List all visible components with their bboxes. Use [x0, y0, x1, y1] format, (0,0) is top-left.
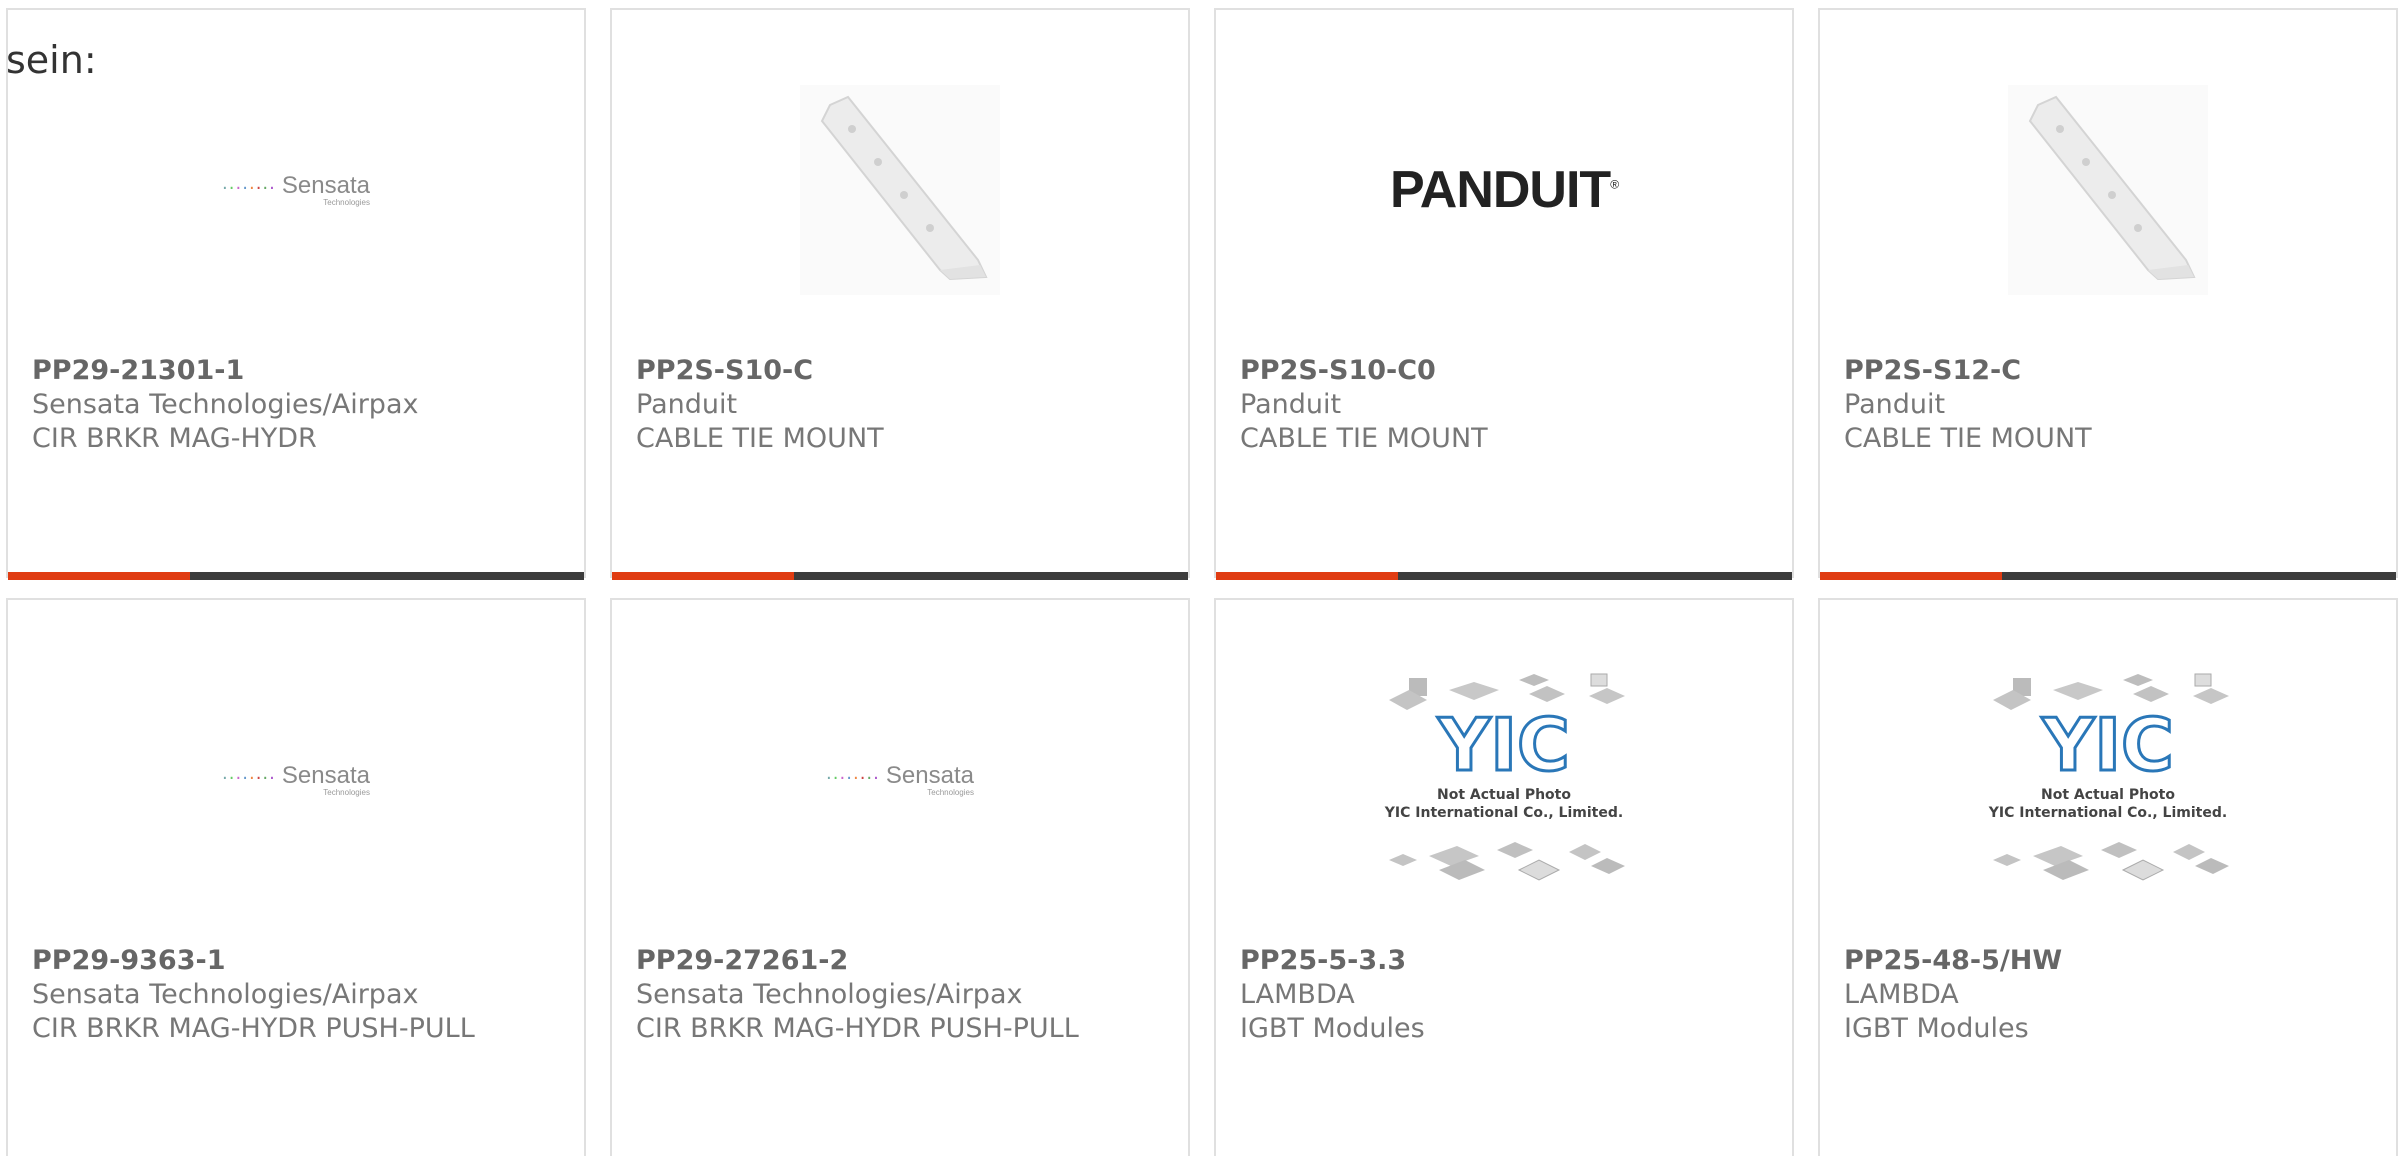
part-number[interactable]: PP2S-S10-C0	[1240, 354, 1772, 388]
manufacturer: Panduit	[1240, 389, 1342, 420]
yic-caption-line2: YIC International Co., Limited.	[1384, 805, 1624, 821]
product-image[interactable]: PANDUIT®	[1216, 70, 1792, 310]
card-bar-accent	[1216, 572, 1398, 580]
product-image[interactable]	[1820, 70, 2396, 310]
product-grid: ········ Sensata Technologies PP29-21301-…	[0, 0, 2400, 1156]
product-card[interactable]: PP2S-S10-C Panduit CABLE TIE MOUNT	[610, 8, 1190, 580]
description: CABLE TIE MOUNT	[1240, 423, 1488, 454]
manufacturer: Sensata Technologies/Airpax	[636, 979, 1023, 1010]
svg-text:YIC: YIC	[2041, 703, 2174, 787]
cable-tie-mount-icon	[800, 85, 1000, 295]
yic-placeholder-image: YIC Not Actual Photo YIC International Co…	[1369, 660, 1639, 900]
yic-caption-line2: YIC International Co., Limited.	[1988, 805, 2228, 821]
description: IGBT Modules	[1844, 1013, 2029, 1044]
card-bar	[612, 572, 1188, 580]
sensata-logo-sub: Technologies	[323, 787, 370, 797]
yic-caption-line1: Not Actual Photo	[2041, 787, 2175, 803]
part-number[interactable]: PP2S-S12-C	[1844, 354, 2376, 388]
product-card[interactable]: ········ Sensata Technologies PP29-9363-1…	[6, 598, 586, 1156]
sensata-logo: ········ Sensata Technologies	[826, 761, 974, 797]
card-bar	[1216, 572, 1792, 580]
product-image[interactable]: ········ Sensata Technologies	[8, 70, 584, 310]
manufacturer: Sensata Technologies/Airpax	[32, 979, 419, 1010]
sensata-dots-icon: ········	[826, 767, 880, 789]
panduit-logo-reg: ®	[1610, 177, 1619, 192]
product-card[interactable]: PANDUIT® PP2S-S10-C0 Panduit CABLE TIE M…	[1214, 8, 1794, 580]
yic-caption-line1: Not Actual Photo	[1437, 787, 1571, 803]
sensata-logo-name: Sensata	[885, 761, 974, 789]
intro-text: sein:	[6, 38, 97, 82]
description: CIR BRKR MAG-HYDR PUSH-PULL	[32, 1013, 475, 1044]
panduit-logo-name: PANDUIT	[1389, 161, 1611, 219]
chip-packages-icon: YIC	[1993, 673, 2229, 881]
product-card[interactable]: ········ Sensata Technologies PP29-27261-…	[610, 598, 1190, 1156]
card-bar	[1820, 572, 2396, 580]
manufacturer: Sensata Technologies/Airpax	[32, 389, 419, 420]
card-bar	[8, 572, 584, 580]
card-bar-accent	[612, 572, 794, 580]
product-image[interactable]: ········ Sensata Technologies	[8, 660, 584, 900]
product-image[interactable]: YIC Not Actual Photo YIC International Co…	[1216, 660, 1792, 900]
product-card[interactable]: PP2S-S12-C Panduit CABLE TIE MOUNT	[1818, 8, 2398, 580]
manufacturer: LAMBDA	[1240, 979, 1355, 1010]
description: IGBT Modules	[1240, 1013, 1425, 1044]
description: CIR BRKR MAG-HYDR PUSH-PULL	[636, 1013, 1079, 1044]
card-bar-accent	[8, 572, 190, 580]
product-card[interactable]: YIC Not Actual Photo YIC International Co…	[1214, 598, 1794, 1156]
product-image[interactable]: YIC Not Actual Photo YIC International Co…	[1820, 660, 2396, 900]
product-card[interactable]: YIC Not Actual Photo YIC International Co…	[1818, 598, 2398, 1156]
part-number[interactable]: PP2S-S10-C	[636, 354, 1168, 388]
sensata-dots-icon: ········	[222, 767, 276, 789]
manufacturer: Panduit	[1844, 389, 1946, 420]
sensata-dots-icon: ········	[222, 177, 276, 199]
manufacturer: Panduit	[636, 389, 738, 420]
panduit-logo: PANDUIT®	[1389, 160, 1619, 220]
description: CABLE TIE MOUNT	[1844, 423, 2092, 454]
part-number[interactable]: PP25-48-5/HW	[1844, 944, 2376, 978]
part-number[interactable]: PP29-21301-1	[32, 354, 564, 388]
sensata-logo-sub: Technologies	[323, 197, 370, 207]
product-card[interactable]: ········ Sensata Technologies PP29-21301-…	[6, 8, 586, 580]
product-image[interactable]: ········ Sensata Technologies	[612, 660, 1188, 900]
product-image[interactable]	[612, 70, 1188, 310]
part-number[interactable]: PP25-5-3.3	[1240, 944, 1772, 978]
cable-tie-mount-icon	[2008, 85, 2208, 295]
card-bar-accent	[1820, 572, 2002, 580]
description: CABLE TIE MOUNT	[636, 423, 884, 454]
part-number[interactable]: PP29-27261-2	[636, 944, 1168, 978]
sensata-logo-name: Sensata	[281, 171, 370, 199]
sensata-logo-sub: Technologies	[927, 787, 974, 797]
sensata-logo-name: Sensata	[281, 761, 370, 789]
part-number[interactable]: PP29-9363-1	[32, 944, 564, 978]
yic-placeholder-image: YIC Not Actual Photo YIC International Co…	[1973, 660, 2243, 900]
svg-text:YIC: YIC	[1437, 703, 1570, 787]
sensata-logo: ········ Sensata Technologies	[222, 761, 370, 797]
sensata-logo: ········ Sensata Technologies	[222, 171, 370, 207]
manufacturer: LAMBDA	[1844, 979, 1959, 1010]
chip-packages-icon: YIC	[1389, 673, 1625, 881]
description: CIR BRKR MAG-HYDR	[32, 423, 317, 454]
